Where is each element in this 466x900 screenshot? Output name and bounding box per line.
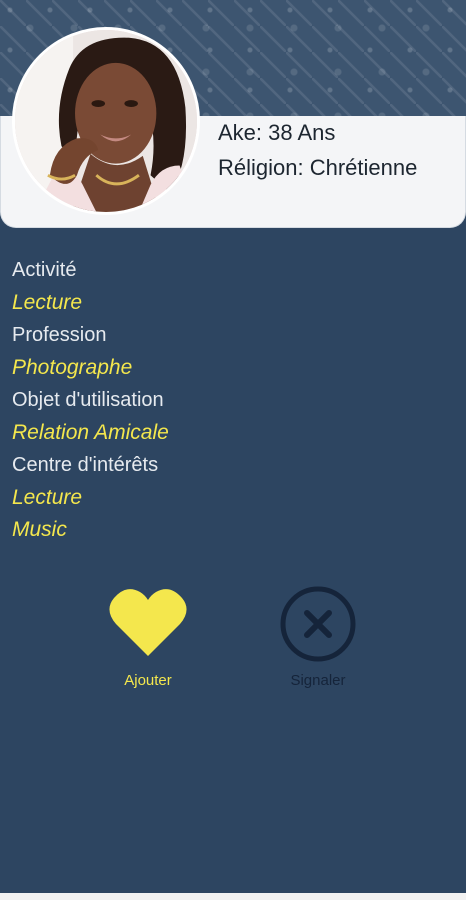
detail-value-profession: Photographe	[12, 355, 133, 379]
detail-label-interests: Centre d'intérêts	[12, 454, 159, 476]
report-button[interactable]: Signaler	[275, 584, 361, 694]
detail-value-activity: Lecture	[12, 290, 83, 314]
detail-label-activity: Activité	[12, 259, 77, 281]
detail-value-purpose: Relation Amicale	[12, 420, 169, 444]
close-circle-icon	[280, 586, 356, 662]
detail-label-purpose: Objet d'utilisation	[12, 389, 164, 411]
heart-icon	[109, 589, 187, 656]
profile-photo	[15, 30, 197, 212]
profile-screen: Ake: 38 Ans Réligion: Chrétienne Activit…	[0, 0, 466, 893]
detail-value-interest-1: Lecture	[12, 485, 83, 509]
profile-religion: Réligion: Chrétienne	[218, 155, 418, 180]
report-button-label: Signaler	[290, 672, 346, 689]
detail-label-profession: Profession	[12, 324, 107, 346]
detail-value-interest-2: Music	[12, 518, 67, 541]
add-button-label: Ajouter	[124, 672, 172, 689]
add-button[interactable]: Ajouter	[104, 584, 192, 694]
profile-details-list: Activité Lecture Profession Photographe …	[12, 254, 452, 547]
avatar[interactable]	[12, 27, 200, 215]
profile-age: Ake: 38 Ans	[218, 120, 336, 145]
